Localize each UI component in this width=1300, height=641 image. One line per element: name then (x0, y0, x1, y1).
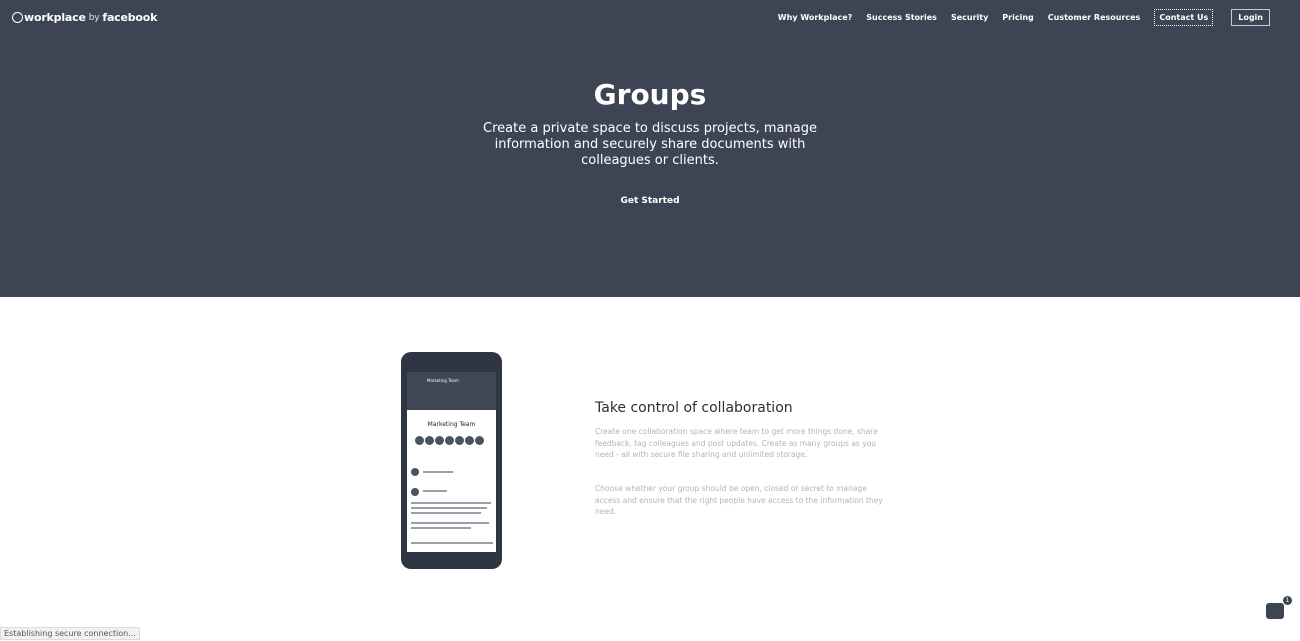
phone-text-line (411, 512, 481, 514)
browser-status-text: Establishing secure connection... (0, 627, 140, 640)
page-title: Groups (593, 78, 707, 111)
phone-group-name: Marketing Team (427, 421, 476, 428)
phone-text-line (423, 490, 447, 492)
phone-text-line (411, 502, 491, 504)
logo-main-text: workplace (24, 11, 86, 24)
avatar (465, 436, 474, 445)
contact-us-button[interactable]: Contact Us (1154, 9, 1214, 26)
hero-subtitle: Create a private space to discuss projec… (483, 121, 817, 168)
nav-success-stories[interactable]: Success Stories (866, 13, 937, 22)
phone-text-line (411, 522, 489, 524)
phone-post-avatar (411, 468, 419, 476)
phone-group-cover: Marketing Team (407, 372, 496, 410)
workplace-logo-icon (12, 12, 23, 23)
phone-text-line (423, 471, 453, 473)
phone-text-line (411, 507, 487, 509)
logo-brand-text: facebook (102, 11, 158, 24)
avatar (445, 436, 454, 445)
get-started-button[interactable]: Get Started (0, 196, 1300, 206)
avatar (425, 436, 434, 445)
nav-customer-resources[interactable]: Customer Resources (1048, 13, 1141, 22)
hero-section: workplace by facebook Why Workplace? Suc… (0, 0, 1300, 297)
phone-mockup-image: Marketing Team Marketing Team (401, 352, 502, 569)
avatar (455, 436, 464, 445)
section-paragraph-1: Create one collaboration space where tea… (595, 427, 878, 459)
avatar (415, 436, 424, 445)
phone-post-avatar (411, 488, 419, 496)
phone-member-avatars (415, 436, 484, 445)
avatar (435, 436, 444, 445)
nav-security[interactable]: Security (951, 13, 988, 22)
phone-screen: Marketing Team Marketing Team (407, 372, 496, 552)
workplace-logo[interactable]: workplace by facebook (12, 11, 157, 24)
section-paragraph-2: Choose whether your group should be open… (595, 484, 883, 516)
avatar (475, 436, 484, 445)
top-nav: Why Workplace? Success Stories Security … (764, 9, 1270, 26)
chat-notification-badge: 1 (1283, 596, 1292, 605)
phone-header-title: Marketing Team (427, 378, 459, 383)
logo-by-text: by (88, 12, 100, 23)
phone-text-line (411, 542, 493, 544)
nav-why-workplace[interactable]: Why Workplace? (778, 13, 853, 22)
chat-icon[interactable] (1266, 603, 1284, 619)
phone-text-line (411, 527, 471, 529)
login-button[interactable]: Login (1231, 9, 1270, 26)
nav-pricing[interactable]: Pricing (1002, 13, 1033, 22)
section-title: Take control of collaboration (595, 400, 793, 416)
